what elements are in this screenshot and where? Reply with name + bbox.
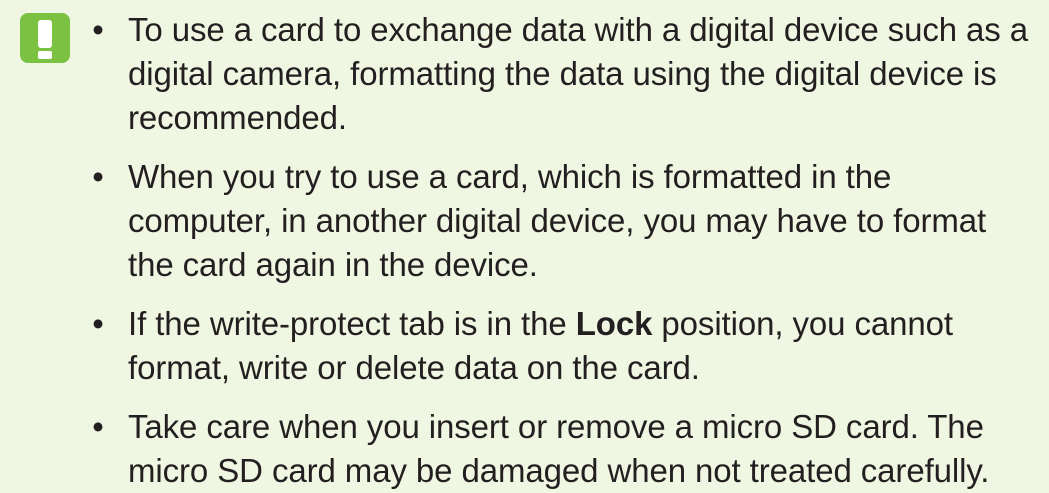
lock-label: Lock	[575, 305, 653, 342]
bullet: •	[92, 305, 104, 342]
note-text: Take care when you insert or remove a mi…	[128, 408, 990, 489]
list-item: • When you try to use a card, which is f…	[84, 155, 1039, 287]
list-item: • Take care when you insert or remove a …	[84, 405, 1039, 493]
note-text: To use a card to exchange data with a di…	[128, 11, 1029, 136]
list-item: • If the write-protect tab is in the Loc…	[84, 302, 1039, 390]
list-item: • To use a card to exchange data with a …	[84, 8, 1039, 140]
bullet: •	[92, 11, 104, 48]
exclamation-icon	[19, 12, 71, 64]
note-text: When you try to use a card, which is for…	[128, 158, 987, 283]
bullet: •	[92, 158, 104, 195]
notes-list: • To use a card to exchange data with a …	[84, 8, 1039, 493]
bullet: •	[92, 408, 104, 445]
note-text-before: If the write-protect tab is in the	[128, 305, 576, 342]
